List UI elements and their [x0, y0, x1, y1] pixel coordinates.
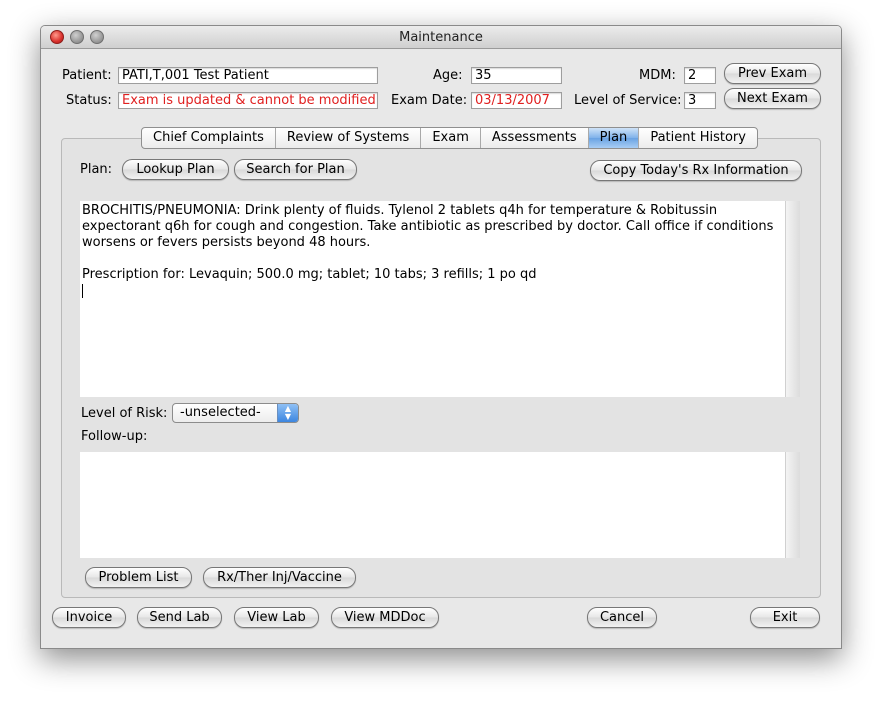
next-exam-button[interactable]: Next Exam: [724, 88, 821, 109]
problem-list-button[interactable]: Problem List: [85, 567, 192, 588]
tab-chief-complaints[interactable]: Chief Complaints: [142, 128, 276, 148]
invoice-button[interactable]: Invoice: [52, 607, 126, 628]
tab-review-of-systems[interactable]: Review of Systems: [276, 128, 422, 148]
plan-label: Plan:: [80, 162, 113, 177]
view-mddoc-button[interactable]: View MDDoc: [331, 607, 439, 628]
cancel-button[interactable]: Cancel: [587, 607, 657, 628]
exam-date-field[interactable]: 03/13/2007: [471, 92, 562, 109]
maintenance-window: Maintenance Patient: PATI,T,001 Test Pat…: [40, 25, 842, 649]
follow-up-text-area[interactable]: [80, 452, 800, 558]
status-label: Status:: [66, 93, 112, 108]
status-field: Exam is updated & cannot be modified.: [118, 92, 378, 109]
level-of-risk-select[interactable]: -unselected- ▲ ▼: [172, 403, 299, 423]
prescription-text: Prescription for: Levaquin; 500.0 mg; ta…: [82, 267, 537, 282]
tab-exam[interactable]: Exam: [421, 128, 481, 148]
tab-assessments[interactable]: Assessments: [481, 128, 589, 148]
window-title: Maintenance: [399, 30, 483, 45]
tab-plan[interactable]: Plan: [588, 128, 640, 148]
plan-text-paragraph: BROCHITIS/PNEUMONIA: Drink plenty of flu…: [82, 203, 774, 250]
text-caret: [82, 283, 83, 298]
view-lab-button[interactable]: View Lab: [234, 607, 319, 628]
exam-date-label: Exam Date:: [391, 93, 468, 108]
level-of-service-field[interactable]: 3: [684, 92, 716, 109]
follow-up-label: Follow-up:: [81, 429, 148, 444]
patient-field[interactable]: PATI,T,001 Test Patient: [118, 67, 378, 84]
copy-rx-info-button[interactable]: Copy Today's Rx Information: [590, 160, 802, 181]
mdm-field[interactable]: 2: [684, 67, 716, 84]
age-label: Age:: [433, 68, 463, 83]
tab-bar: Chief Complaints Review of Systems Exam …: [141, 127, 758, 149]
age-field[interactable]: 35: [471, 67, 562, 84]
prev-exam-button[interactable]: Prev Exam: [724, 63, 821, 84]
follow-up-scrollbar[interactable]: [785, 452, 800, 558]
mdm-label: MDM:: [639, 68, 676, 83]
level-of-risk-value: -unselected-: [180, 405, 261, 420]
title-bar: Maintenance: [41, 26, 841, 49]
rx-ther-inj-vaccine-button[interactable]: Rx/Ther Inj/Vaccine: [203, 567, 356, 588]
plan-text-area[interactable]: BROCHITIS/PNEUMONIA: Drink plenty of flu…: [80, 201, 800, 397]
plan-scrollbar[interactable]: [785, 201, 800, 397]
chevron-updown-icon: ▲ ▼: [277, 404, 298, 422]
patient-label: Patient:: [62, 68, 112, 83]
lookup-plan-button[interactable]: Lookup Plan: [122, 159, 229, 180]
tab-patient-history[interactable]: Patient History: [639, 128, 757, 148]
exit-button[interactable]: Exit: [750, 607, 820, 628]
level-of-risk-label: Level of Risk:: [81, 406, 168, 421]
send-lab-button[interactable]: Send Lab: [137, 607, 222, 628]
search-for-plan-button[interactable]: Search for Plan: [234, 159, 357, 180]
level-of-service-label: Level of Service:: [574, 93, 682, 108]
